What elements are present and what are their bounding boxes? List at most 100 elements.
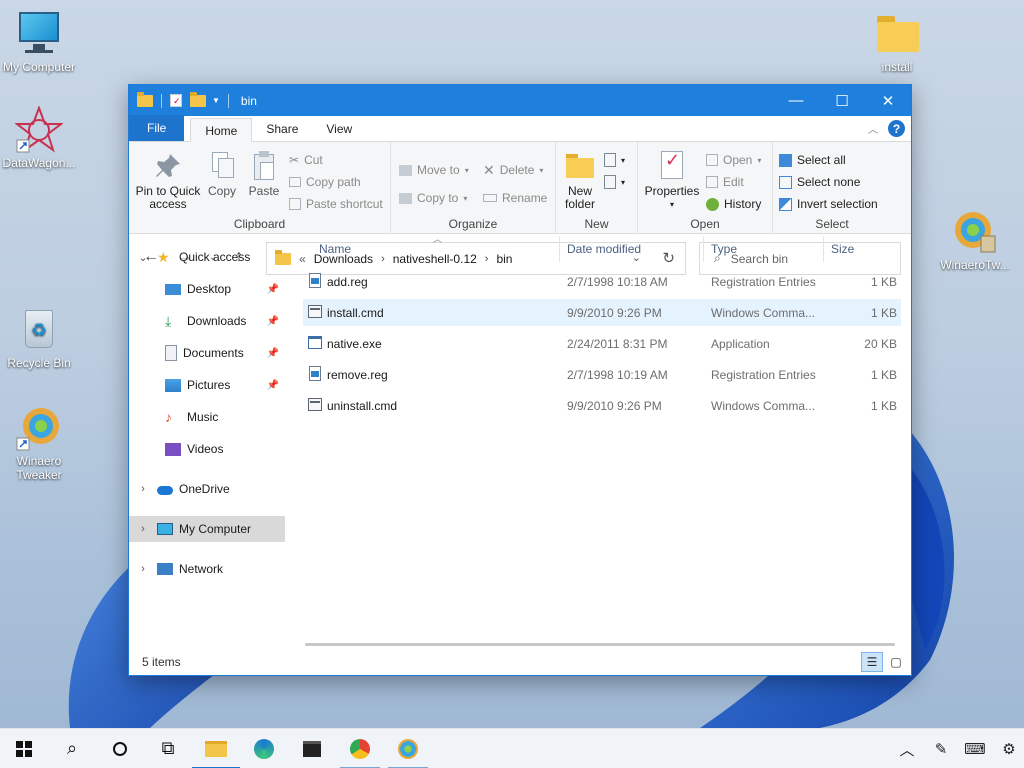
gear-icon[interactable]: ⚙ — [994, 729, 1024, 768]
copy-to-button[interactable]: Copy to ▾ — [399, 188, 467, 208]
invert-selection-button[interactable]: Invert selection — [779, 194, 878, 214]
table-row[interactable]: remove.reg 2/7/1998 10:19 AM Registratio… — [303, 361, 901, 388]
cortana-icon[interactable] — [96, 729, 144, 768]
history-icon — [706, 197, 719, 211]
file-size: 1 KB — [870, 368, 897, 382]
open-button[interactable]: Open ▾ — [706, 150, 761, 170]
quick-access-toolbar: ✓ ▼ — [137, 91, 233, 108]
paste-button[interactable]: Paste — [245, 150, 283, 198]
close-button[interactable]: ✕ — [865, 85, 911, 116]
search-icon[interactable]: ⌕ — [48, 729, 96, 768]
new-folder-button[interactable]: New folder — [562, 150, 598, 211]
keyboard-icon[interactable]: ⌨ — [960, 729, 990, 768]
pin-icon[interactable]: 📌 — [267, 284, 279, 295]
large-icons-view-icon[interactable]: ▢ — [885, 652, 907, 672]
table-row[interactable]: install.cmd 9/9/2010 9:26 PM Windows Com… — [303, 299, 901, 326]
desktop-icon-install[interactable]: install — [855, 10, 939, 74]
chevron-down-icon[interactable]: ⌄ — [129, 251, 157, 264]
new-folder-quick-icon[interactable] — [190, 91, 206, 107]
column-header-name[interactable]: Name — [319, 242, 351, 256]
file-explorer-taskbar-icon[interactable] — [192, 729, 240, 768]
group-new: New folder ▾ ▾ New — [556, 142, 638, 234]
easy-access-button[interactable]: ▾ — [604, 172, 625, 192]
desktop-icon-winaero-tweaker[interactable]: Winaero Tweaker — [0, 404, 81, 482]
tab-view[interactable]: View — [312, 117, 366, 141]
details-view-icon[interactable]: ☰ — [861, 652, 883, 672]
nav-pictures[interactable]: Pictures 📌 — [129, 372, 285, 398]
column-header-size[interactable]: Size — [831, 242, 854, 256]
store-icon[interactable] — [288, 729, 336, 768]
edit-button[interactable]: Edit — [706, 172, 744, 192]
paste-shortcut-button[interactable]: Paste shortcut — [289, 194, 383, 214]
column-header-date[interactable]: Date modified — [567, 242, 641, 256]
chevron-up-icon[interactable]: ︿ — [892, 729, 922, 768]
star-icon: ★ — [157, 249, 170, 265]
select-none-icon — [779, 175, 792, 189]
help-icon[interactable]: ? — [888, 120, 905, 137]
pin-icon[interactable]: 📌 — [267, 380, 279, 391]
select-all-button[interactable]: Select all — [779, 150, 846, 170]
explorer-window[interactable]: ✓ ▼ bin — ☐ ✕ File Home Share View ︿ ? P… — [128, 84, 912, 676]
nav-documents[interactable]: Documents 📌 — [129, 340, 285, 366]
chevron-right-icon[interactable]: › — [129, 523, 157, 535]
new-item-button[interactable]: ▾ — [604, 150, 625, 170]
tab-file[interactable]: File — [129, 115, 185, 141]
pin-quick-access-button[interactable]: Pin to Quick access — [135, 150, 201, 211]
properties-quick-icon[interactable]: ✓ — [170, 94, 182, 107]
nav-my-computer[interactable]: › My Computer — [129, 516, 285, 542]
delete-button[interactable]: ✕ Delete ▾ — [483, 160, 543, 180]
nav-quick-access[interactable]: ⌄ ★ Quick access — [129, 244, 285, 270]
horizontal-scrollbar[interactable] — [305, 643, 895, 646]
nav-onedrive[interactable]: › OneDrive — [129, 476, 285, 502]
table-row[interactable]: add.reg 2/7/1998 10:18 AM Registration E… — [303, 268, 901, 295]
rename-button[interactable]: Rename — [483, 188, 547, 208]
column-header-type[interactable]: Type — [711, 242, 737, 256]
collapse-ribbon-icon[interactable]: ︿ — [868, 121, 878, 136]
chevron-right-icon[interactable]: › — [129, 563, 157, 575]
nav-music[interactable]: ♪ Music — [129, 404, 285, 430]
chrome-icon[interactable] — [336, 729, 384, 768]
monitor-icon — [157, 523, 173, 535]
customize-quick-access-icon[interactable]: ▼ — [212, 96, 220, 105]
file-size: 1 KB — [870, 399, 897, 413]
desktop-icon-recycle-bin[interactable]: ♻ Recycle Bin — [0, 306, 81, 370]
pin-icon[interactable]: 📌 — [267, 348, 279, 359]
move-to-button[interactable]: Move to ▾ — [399, 160, 469, 180]
scissors-icon: ✂ — [289, 153, 300, 167]
title-bar[interactable]: ✓ ▼ bin — ☐ ✕ — [129, 85, 911, 116]
table-row[interactable]: native.exe 2/24/2011 8:31 PM Application… — [303, 330, 901, 357]
task-view-icon[interactable]: ⧉ — [144, 729, 192, 768]
status-bar: 5 items ☰ ▢ — [129, 649, 911, 675]
nav-desktop[interactable]: Desktop 📌 — [129, 276, 285, 302]
history-button[interactable]: History — [706, 194, 761, 214]
nav-downloads[interactable]: ⤓ Downloads 📌 — [129, 308, 285, 334]
nav-videos[interactable]: Videos — [129, 436, 285, 462]
edge-icon[interactable] — [240, 729, 288, 768]
pin-icon[interactable]: 📌 — [267, 316, 279, 327]
table-row[interactable]: uninstall.cmd 9/9/2010 9:26 PM Windows C… — [303, 392, 901, 419]
maximize-button[interactable]: ☐ — [819, 85, 865, 116]
tab-share[interactable]: Share — [252, 117, 312, 141]
chevron-right-icon[interactable]: › — [129, 483, 157, 495]
nav-network[interactable]: › Network — [129, 556, 285, 582]
copy-button[interactable]: Copy — [203, 150, 241, 198]
desktop-icon-my-computer[interactable]: My Computer — [0, 10, 81, 74]
system-tray: ︿ ✎ ⌨ ⚙ — [892, 729, 1024, 768]
minimize-button[interactable]: — — [773, 85, 819, 116]
cut-button[interactable]: ✂ Cut — [289, 150, 323, 170]
tab-home[interactable]: Home — [190, 118, 253, 142]
documents-icon — [165, 345, 177, 361]
file-type: Windows Comma... — [711, 399, 816, 413]
start-button[interactable] — [0, 729, 48, 768]
desktop-icon-label: DataWagon... — [2, 156, 76, 170]
properties-button[interactable]: ✓ Properties ▾ — [644, 150, 700, 211]
pen-icon[interactable]: ✎ — [926, 729, 956, 768]
select-none-button[interactable]: Select none — [779, 172, 860, 192]
rename-icon — [483, 194, 497, 202]
datawagon-icon — [14, 105, 64, 154]
copy-path-button[interactable]: Copy path — [289, 172, 361, 192]
winaero-tweaker-icon — [15, 404, 63, 452]
desktop-icon-datawagon[interactable]: DataWagon... — [0, 105, 81, 170]
winaero-tweaker-taskbar-icon[interactable] — [384, 729, 432, 768]
desktop-icon-winaero-setup[interactable]: WinaeroTw... — [933, 208, 1017, 272]
